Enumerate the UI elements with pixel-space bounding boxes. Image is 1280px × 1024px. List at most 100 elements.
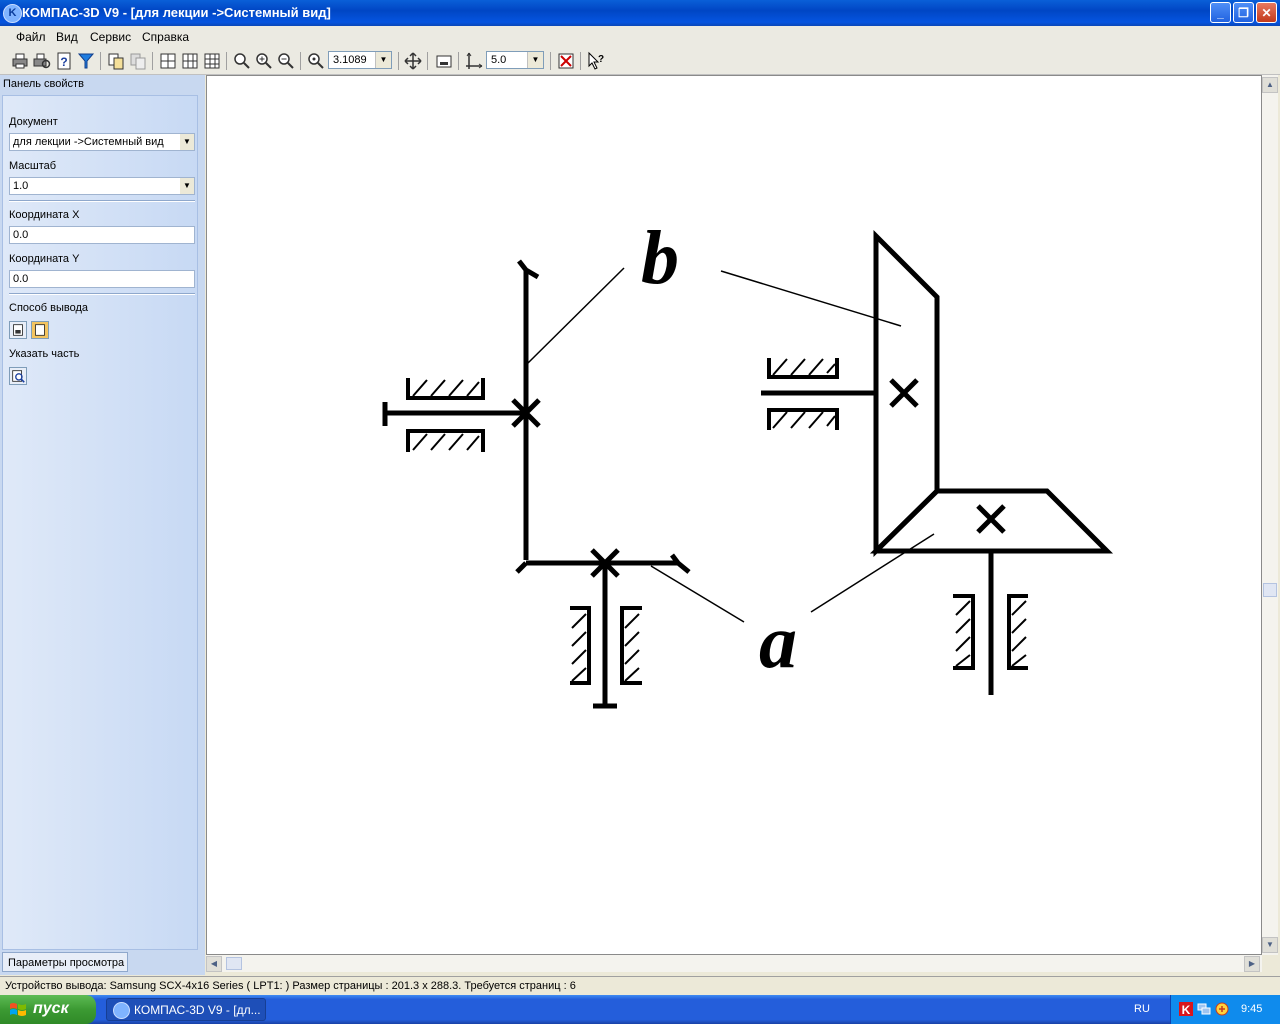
tab-view-parameters[interactable]: Параметры просмотра [2, 952, 128, 972]
antivirus-icon[interactable]: K [1179, 1002, 1193, 1016]
page-layout-2-icon[interactable] [180, 51, 200, 71]
output-method-label: Способ вывода [9, 302, 88, 314]
coord-y-input[interactable]: 0.0 [9, 270, 195, 288]
scroll-up-button[interactable]: ▲ [1262, 77, 1278, 93]
panel-divider [9, 200, 195, 202]
whats-this-icon[interactable]: ? [586, 51, 606, 71]
status-bar: Устройство вывода: Samsung SCX-4x16 Seri… [0, 976, 1280, 995]
toolbar-separator [398, 52, 399, 70]
menu-help[interactable]: Справка [142, 30, 189, 44]
print-settings-icon[interactable] [556, 51, 576, 71]
clock[interactable]: 9:45 [1241, 1003, 1262, 1015]
scale-label: Масштаб [9, 160, 57, 172]
joint-cross [889, 378, 919, 408]
restore-button[interactable]: ❐ [1233, 2, 1254, 23]
network-icon[interactable] [1197, 1002, 1211, 1016]
menu-service[interactable]: Сервис [90, 30, 131, 44]
page-layout-1-icon[interactable] [158, 51, 178, 71]
paste-pages-icon[interactable] [128, 51, 148, 71]
close-button[interactable]: ✕ [1256, 2, 1277, 23]
bearing-hatch [412, 433, 480, 451]
scroll-down-button[interactable]: ▼ [1262, 937, 1278, 953]
leader-a-left [650, 565, 745, 623]
step-value: 5.0 [491, 54, 507, 66]
print-preview-icon[interactable] [32, 51, 52, 71]
zoom-out-icon[interactable] [276, 51, 296, 71]
status-text: Устройство вывода: Samsung SCX-4x16 Seri… [5, 980, 576, 992]
taskbar-item-label: КОМПАС-3D V9 - [дл... [134, 1003, 261, 1017]
toolbar-separator [152, 52, 153, 70]
menu-file[interactable]: Файл [16, 30, 46, 44]
chevron-down-icon[interactable]: ▼ [180, 134, 194, 150]
coord-x-value: 0.0 [13, 229, 29, 241]
panel-content: Документ для лекции ->Системный вид ▼ Ма… [2, 95, 198, 950]
filter-icon[interactable] [76, 51, 96, 71]
output-page-icon[interactable] [31, 321, 49, 339]
kompas-app-icon [113, 1002, 130, 1019]
select-part-label: Указать часть [9, 348, 80, 360]
chevron-down-icon[interactable]: ▼ [375, 52, 391, 68]
scroll-right-button[interactable]: ▶ [1244, 956, 1260, 972]
menu-bar: Файл Вид Сервис Справка [0, 26, 1280, 49]
label-a: a [759, 600, 797, 684]
leader-a-right [810, 533, 935, 613]
taskbar-item-kompas[interactable]: КОМПАС-3D V9 - [дл... [106, 998, 266, 1021]
select-part-icon[interactable] [9, 367, 27, 385]
gear-a-left-tick [515, 561, 528, 574]
kinematic-scheme: b a [382, 216, 1114, 709]
scroll-left-button[interactable]: ◀ [206, 956, 222, 972]
start-button[interactable]: пуск [0, 995, 96, 1024]
bearing-hatch [624, 613, 640, 682]
system-tray: K 9:45 [1170, 995, 1280, 1024]
toolbar-separator [300, 52, 301, 70]
toolbar-separator [580, 52, 581, 70]
scale-select[interactable]: 1.0 ▼ [9, 177, 195, 195]
panel-title: Панель свойств [3, 78, 84, 90]
output-fit-icon[interactable] [9, 321, 27, 339]
copy-pages-icon[interactable] [106, 51, 126, 71]
windows-flag-icon [10, 1003, 26, 1016]
snap-step-icon[interactable] [464, 51, 484, 71]
start-label: пуск [33, 1000, 69, 1017]
zoom-value: 3.1089 [333, 54, 367, 66]
security-shield-icon[interactable] [1215, 1002, 1229, 1016]
coord-x-input[interactable]: 0.0 [9, 226, 195, 244]
help-context-icon[interactable]: ? [54, 51, 74, 71]
drawing-canvas[interactable]: b a [206, 75, 1262, 955]
coord-y-label: Координата Y [9, 253, 80, 265]
toolbar-separator [226, 52, 227, 70]
properties-panel: Панель свойств Документ для лекции ->Сис… [0, 75, 205, 975]
bearing-hatch [571, 613, 587, 682]
horizontal-scroll-thumb[interactable] [226, 957, 242, 970]
page-layout-3-icon[interactable] [202, 51, 222, 71]
label-b: b [641, 216, 679, 300]
minimize-button[interactable]: _ [1210, 2, 1231, 23]
zoom-scale-icon[interactable] [306, 51, 326, 71]
horizontal-scrollbar[interactable]: ◀ ▶ [206, 955, 1262, 972]
pan-icon[interactable] [403, 51, 423, 71]
zoom-window-icon[interactable] [232, 51, 252, 71]
chevron-down-icon[interactable]: ▼ [527, 52, 543, 68]
coord-y-value: 0.0 [13, 273, 29, 285]
coord-x-label: Координата X [9, 209, 80, 221]
toolbar-separator [100, 52, 101, 70]
taskbar: пуск КОМПАС-3D V9 - [дл... RU K 9:45 [0, 995, 1280, 1024]
bearing-hatch [772, 358, 836, 376]
chevron-down-icon[interactable]: ▼ [180, 178, 194, 194]
fit-page-icon[interactable] [434, 51, 454, 71]
vertical-scrollbar[interactable]: ▲ ▼ [1262, 75, 1278, 955]
toolbar-separator [427, 52, 428, 70]
scale-value: 1.0 [13, 180, 29, 192]
document-select[interactable]: для лекции ->Системный вид ▼ [9, 133, 195, 151]
step-combo[interactable]: 5.0 ▼ [486, 51, 544, 69]
zoom-in-icon[interactable] [254, 51, 274, 71]
language-indicator[interactable]: RU [1134, 1003, 1150, 1015]
vertical-scroll-thumb[interactable] [1263, 583, 1277, 597]
menu-view[interactable]: Вид [56, 30, 78, 44]
kompas-app-icon[interactable]: K [3, 4, 22, 23]
bearing-hatch [772, 411, 836, 429]
print-icon[interactable] [10, 51, 30, 71]
document-value: для лекции ->Системный вид [13, 136, 164, 148]
zoom-combo[interactable]: 3.1089 ▼ [328, 51, 392, 69]
joint-cross [976, 504, 1006, 534]
